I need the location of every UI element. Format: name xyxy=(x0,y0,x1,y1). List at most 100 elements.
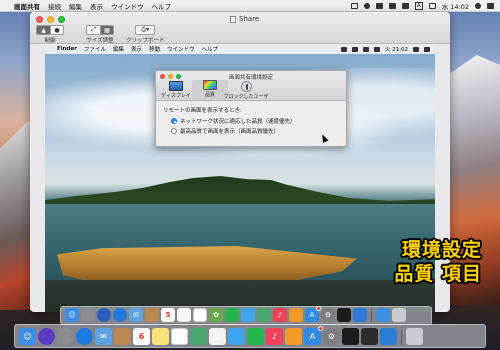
mail-icon[interactable]: ✉ xyxy=(95,328,112,345)
time-machine-icon[interactable] xyxy=(363,2,370,9)
radio-adaptive-quality[interactable] xyxy=(171,118,177,124)
launchpad-icon[interactable] xyxy=(57,328,74,345)
remote-wifi-icon[interactable] xyxy=(351,46,358,52)
menu-clock[interactable]: 水 14:02 xyxy=(442,1,469,11)
notification-center-icon[interactable] xyxy=(487,2,494,9)
screen-sharing-status-icon[interactable] xyxy=(350,2,358,9)
menu-view[interactable]: 表示 xyxy=(90,1,103,11)
trash-icon[interactable] xyxy=(406,328,423,345)
rocket-icon[interactable] xyxy=(97,308,111,322)
control-toolbar-group: ▲ ● 制御 xyxy=(36,25,64,44)
finder-icon[interactable]: ☺ xyxy=(65,308,79,322)
messages-icon[interactable] xyxy=(228,328,245,345)
volume-icon[interactable] xyxy=(401,2,409,9)
remote-menu-edit[interactable]: 編集 xyxy=(113,45,124,53)
menu-app-name[interactable]: 画面共有 xyxy=(14,1,40,11)
photos-icon[interactable]: ✿ xyxy=(209,308,223,322)
close-button[interactable] xyxy=(36,16,43,23)
menu-connection[interactable]: 接続 xyxy=(48,1,61,11)
remote-search-icon[interactable] xyxy=(413,46,419,52)
bluetooth-icon[interactable] xyxy=(375,2,383,9)
mail-icon[interactable]: ✉ xyxy=(129,308,143,322)
option-adaptive-quality[interactable]: ネットワーク状況に適応した品質（速度優先） xyxy=(171,117,339,125)
control-mode-button[interactable]: ▲ xyxy=(37,26,50,34)
option-full-quality-label: 最高品質で画面を表示（画面品質優先） xyxy=(180,129,280,135)
terminal-icon[interactable] xyxy=(342,328,359,345)
facetime-icon[interactable] xyxy=(247,328,264,345)
wifi-icon[interactable] xyxy=(388,2,396,9)
preferences-titlebar[interactable]: 画面共有環境設定 ディスプレイ 品質 ブロックしたユーザ xyxy=(156,71,346,101)
clipboard-dropdown[interactable]: ⎙▾ xyxy=(135,25,156,35)
screen-sharing-icon[interactable] xyxy=(353,308,367,322)
remote-menu-view[interactable]: 表示 xyxy=(131,45,142,53)
remote-battery-icon[interactable] xyxy=(373,46,380,52)
activity-monitor-icon[interactable] xyxy=(361,328,378,345)
observe-mode-button[interactable]: ● xyxy=(50,26,63,34)
remote-volume-icon[interactable] xyxy=(362,46,369,52)
remote-menu-help[interactable]: ヘルプ xyxy=(202,45,219,53)
list-icon[interactable] xyxy=(193,308,207,322)
battery-icon[interactable] xyxy=(428,2,436,9)
caption-line-2: 品質 項目 xyxy=(394,263,482,285)
remote-clock[interactable]: 火 21:02 xyxy=(385,45,408,53)
messages-icon[interactable] xyxy=(241,308,255,322)
system-preferences-icon[interactable]: ⚙ xyxy=(321,308,335,322)
notes-icon[interactable] xyxy=(145,308,159,322)
remote-menu-finder[interactable]: Finder xyxy=(57,46,77,52)
tab-blocked-users-label: ブロックしたユーザ xyxy=(223,94,269,100)
remote-screen[interactable]: Finder ファイル 編集 表示 移動 ウインドウ ヘルプ 火 21:02 画… xyxy=(45,44,435,312)
tab-blocked-users[interactable]: ブロックしたユーザ xyxy=(222,81,270,100)
finder-icon[interactable]: ☺ xyxy=(19,328,36,345)
window-titlebar[interactable]: Share ▲ ● 制御 ⤢ ▦ サイズ調整 ⎙▾ クリップボード xyxy=(30,12,450,44)
remote-menu-go[interactable]: 移動 xyxy=(149,45,160,53)
app-store-icon[interactable]: A xyxy=(304,326,323,345)
remote-notification-icon[interactable] xyxy=(424,46,430,52)
music-icon[interactable]: ♪ xyxy=(266,328,283,345)
app-store-icon[interactable]: A xyxy=(305,306,321,322)
notes-icon[interactable] xyxy=(152,328,169,345)
full-size-button[interactable]: ▦ xyxy=(100,26,113,34)
menu-extras: A 水 14:02 xyxy=(350,1,494,11)
maps-icon[interactable] xyxy=(190,328,207,345)
fullscreen-button[interactable] xyxy=(58,16,65,23)
radio-full-quality[interactable] xyxy=(171,128,177,134)
remote-menu-window[interactable]: ウインドウ xyxy=(167,45,195,53)
clipboard-icon[interactable]: ⎙▾ xyxy=(136,26,154,34)
trash-icon[interactable] xyxy=(392,308,406,322)
remote-menu-file[interactable]: ファイル xyxy=(84,45,106,53)
terminal-icon[interactable] xyxy=(337,308,351,322)
scale-segmented: ⤢ ▦ xyxy=(86,25,114,35)
reminders-icon[interactable] xyxy=(177,308,191,322)
downloads-icon[interactable] xyxy=(376,308,390,322)
search-icon[interactable] xyxy=(475,2,481,9)
calendar-icon[interactable]: 6 xyxy=(133,328,150,345)
menu-edit[interactable]: 編集 xyxy=(69,1,82,11)
input-source-icon[interactable]: A xyxy=(414,1,423,10)
reminders-icon[interactable] xyxy=(171,328,188,345)
books-icon[interactable] xyxy=(285,328,302,345)
photos-icon[interactable]: ✿ xyxy=(209,328,226,345)
system-preferences-icon[interactable]: ⚙ xyxy=(323,328,340,345)
books-icon[interactable] xyxy=(289,308,303,322)
music-icon[interactable]: ♪ xyxy=(273,308,287,322)
launchpad-icon[interactable] xyxy=(81,308,95,322)
control-segmented: ▲ ● xyxy=(36,25,64,35)
minimize-button[interactable] xyxy=(47,16,54,23)
siri-icon[interactable] xyxy=(38,328,55,345)
blocked-user-icon xyxy=(240,81,252,92)
dock-separator xyxy=(401,331,402,345)
local-dock: ☺ ✉ 6 ✿ ♪ A ⚙ xyxy=(14,324,486,348)
option-full-quality[interactable]: 最高品質で画面を表示（画面品質優先） xyxy=(171,127,339,135)
facetime-icon[interactable] xyxy=(225,308,239,322)
calendar-icon[interactable]: 5 xyxy=(161,308,175,322)
menu-window[interactable]: ウインドウ xyxy=(111,1,144,11)
remote-screen-sharing-icon[interactable] xyxy=(340,46,347,52)
tab-display[interactable]: ディスプレイ xyxy=(158,81,194,99)
contacts-icon[interactable] xyxy=(114,328,131,345)
safari-icon[interactable] xyxy=(76,328,93,345)
safari-icon[interactable] xyxy=(113,308,127,322)
maps-icon[interactable] xyxy=(257,308,271,322)
screen-sharing-icon[interactable] xyxy=(380,328,397,345)
scale-to-fit-button[interactable]: ⤢ xyxy=(87,26,100,34)
menu-help[interactable]: ヘルプ xyxy=(152,1,172,11)
